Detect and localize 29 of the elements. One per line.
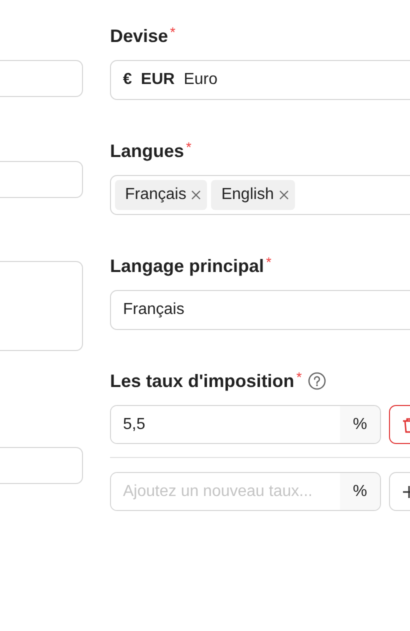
required-mark: * xyxy=(296,369,302,385)
select-value: Français xyxy=(123,301,184,319)
field-label: Devise xyxy=(110,25,168,48)
field-label: Langues xyxy=(110,140,184,163)
currency-code: EUR xyxy=(140,71,175,89)
language-select[interactable]: Français xyxy=(110,290,410,330)
currency-select[interactable]: € EUR Euro xyxy=(110,60,410,100)
language-tag[interactable]: English xyxy=(211,180,295,210)
rate-input[interactable]: 5,5 % xyxy=(110,405,381,444)
required-mark: * xyxy=(170,24,176,40)
required-mark: * xyxy=(266,254,272,270)
rate-input[interactable]: Ajoutez un nouveau taux... % xyxy=(110,472,381,511)
tag-label: Français xyxy=(125,186,186,204)
field-label: Les taux d'imposition xyxy=(110,370,294,393)
input-field[interactable] xyxy=(0,161,83,198)
unit-label: % xyxy=(340,406,380,443)
close-icon[interactable] xyxy=(191,190,202,200)
input-field[interactable] xyxy=(0,447,83,484)
field-label: Langage principal xyxy=(110,255,264,278)
currency-symbol: € xyxy=(123,71,132,89)
language-select[interactable]: Français English xyxy=(110,175,410,215)
input-field[interactable] xyxy=(0,60,83,97)
currency-name: Euro xyxy=(184,71,218,89)
unit-label: % xyxy=(340,473,380,510)
tag-label: English xyxy=(221,186,274,204)
required-mark: * xyxy=(186,139,192,155)
language-tag[interactable]: Français xyxy=(115,180,208,210)
help-icon[interactable] xyxy=(308,372,326,390)
close-icon[interactable] xyxy=(278,190,289,200)
